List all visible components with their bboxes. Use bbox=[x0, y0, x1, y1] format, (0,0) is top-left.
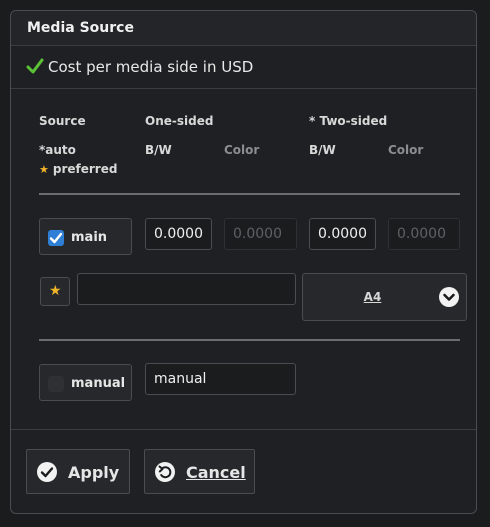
two-sided-bw-input[interactable]: 0.0000 bbox=[309, 218, 376, 250]
two-sided-color-header: Color bbox=[388, 143, 424, 157]
divider bbox=[39, 339, 460, 341]
one-sided-color-input: 0.0000 bbox=[224, 218, 297, 250]
media-size-value: A4 bbox=[363, 290, 382, 304]
media-size-select[interactable]: A4 bbox=[302, 273, 467, 321]
star-icon: ★ bbox=[39, 163, 49, 176]
panel-header: Media Source bbox=[11, 11, 476, 46]
column-header-one-sided: One-sided bbox=[145, 114, 214, 128]
one-sided-bw-header: B/W bbox=[145, 143, 172, 157]
apply-button[interactable]: Apply bbox=[26, 449, 130, 494]
manual-toggle-button[interactable]: manual bbox=[39, 364, 132, 401]
chevron-down-icon bbox=[439, 287, 459, 307]
column-header-two-sided: * Two-sided bbox=[309, 114, 388, 128]
cancel-button[interactable]: Cancel bbox=[144, 449, 255, 494]
manual-name-input[interactable]: manual bbox=[145, 363, 296, 395]
one-sided-bw-input[interactable]: 0.0000 bbox=[145, 218, 212, 250]
panel-title: Media Source bbox=[27, 20, 134, 36]
cost-subheader: Cost per media side in USD bbox=[11, 46, 476, 89]
footer-divider bbox=[11, 429, 476, 430]
preferred-star-button[interactable]: ★ bbox=[40, 277, 70, 306]
divider bbox=[39, 193, 460, 195]
manual-checkbox[interactable] bbox=[48, 376, 64, 392]
subheader-text: Cost per media side in USD bbox=[48, 58, 254, 76]
legend-preferred-label: preferred bbox=[52, 162, 118, 176]
legend-preferred: ★ preferred bbox=[39, 162, 117, 176]
main-checkbox[interactable] bbox=[48, 230, 64, 246]
one-sided-color-header: Color bbox=[224, 143, 260, 157]
legend-auto: *auto bbox=[39, 143, 76, 157]
cancel-label: Cancel bbox=[186, 463, 246, 482]
column-header-source: Source bbox=[39, 114, 86, 128]
main-label: main bbox=[71, 230, 108, 245]
checkmark-icon bbox=[37, 462, 57, 482]
manual-label: manual bbox=[71, 376, 126, 391]
star-icon: ★ bbox=[49, 283, 62, 299]
two-sided-color-input: 0.0000 bbox=[388, 218, 460, 250]
media-source-panel: Media Source Cost per media side in USD … bbox=[10, 10, 477, 514]
preferred-name-input[interactable] bbox=[77, 273, 296, 305]
two-sided-bw-header: B/W bbox=[309, 143, 336, 157]
apply-label: Apply bbox=[68, 463, 120, 482]
undo-icon bbox=[155, 462, 175, 482]
checkmark-icon bbox=[26, 58, 44, 74]
main-toggle-button[interactable]: main bbox=[39, 218, 132, 255]
checkbox-check-icon bbox=[49, 232, 63, 244]
